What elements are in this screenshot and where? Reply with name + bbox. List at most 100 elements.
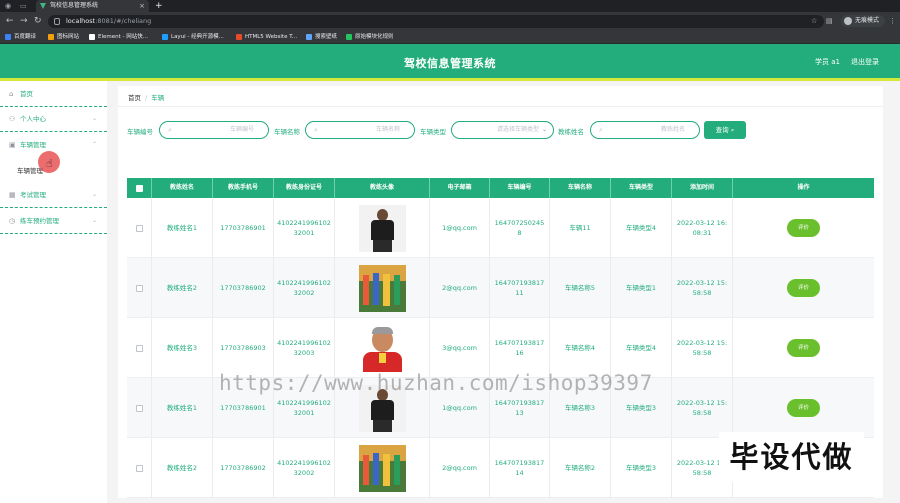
column-header[interactable]: 操作 [733, 178, 874, 198]
chevron-down-icon: ⌄ [541, 126, 547, 133]
select-all-checkbox[interactable] [127, 178, 152, 198]
bookmark-icon [48, 34, 54, 40]
cell-phone: 17703786902 [213, 438, 274, 498]
cell-car-type: 车辆类型4 [611, 318, 672, 378]
table-row[interactable]: 教练姓名3 17703786903 410224199610232003 3@qq.c… [127, 318, 874, 378]
address-bar[interactable]: localhost:8081/#/cheliang [48, 15, 824, 28]
row-checkbox[interactable] [135, 284, 143, 292]
car-name-label: 车辆名称 [274, 128, 300, 136]
row-checkbox[interactable] [135, 344, 143, 352]
bookmark-item[interactable]: Layui - 经典开源模... [162, 30, 224, 44]
cell-car-name: 车辆名称4 [550, 318, 611, 378]
window-menu-icon[interactable]: ◉ [5, 0, 11, 12]
cell-email: 3@qq.com [430, 318, 490, 378]
vue-favicon-icon [40, 3, 46, 9]
cell-plate: 16470719381716 [490, 318, 550, 378]
cell-car-type: 车辆类型1 [611, 258, 672, 318]
tab-search-icon[interactable]: ▭ [20, 0, 27, 12]
browser-tab[interactable]: 驾校信息管理系统 × [36, 0, 149, 12]
bookmark-item[interactable]: Element - 网站快... [89, 30, 148, 44]
breadcrumb-home[interactable]: 首页 [128, 94, 141, 102]
column-header[interactable]: 电子邮箱 [430, 178, 490, 198]
column-header[interactable]: 车辆编号 [490, 178, 550, 198]
back-icon[interactable]: ← [6, 15, 14, 27]
cell-time: 2022-03-12 16:08:31 [672, 198, 733, 258]
car-icon: ▣ [9, 141, 16, 149]
review-button[interactable]: 评价 [787, 279, 820, 297]
avatar-cell [335, 318, 430, 378]
cell-phone: 17703786903 [213, 318, 274, 378]
bookmark-star-icon[interactable]: ☆ [811, 15, 817, 27]
cell-coach: 教练姓名2 [152, 258, 213, 318]
sidebar-item-exams[interactable]: ▦ 考试管理 ⌄ [0, 182, 107, 208]
divider [118, 106, 883, 107]
search-icon: ⌕ [599, 126, 603, 134]
sidebar: ⌂ 首页 ⚇ 个人中心 ⌄ ▣ 车辆管理 ⌃ 车辆管理 ▦ 考试管理 ⌄ ◷ 练… [0, 81, 107, 503]
bookmark-item[interactable]: 图标网站 [48, 30, 79, 44]
forward-icon[interactable]: → [20, 15, 28, 27]
checkbox[interactable] [135, 184, 143, 192]
bookmark-item[interactable]: 百度翻译 [5, 30, 36, 44]
cell-car-name: 车辆11 [550, 198, 611, 258]
menu-icon[interactable]: ⋮ [889, 15, 896, 27]
plate-input[interactable]: ⌕ 车辆编号 [159, 121, 269, 139]
new-tab-button[interactable]: + [155, 0, 163, 12]
row-checkbox-cell [127, 318, 152, 378]
bookmark-item[interactable]: HTML5 Website T... [236, 30, 297, 44]
row-checkbox[interactable] [135, 464, 143, 472]
cell-email: 2@qq.com [430, 258, 490, 318]
cell-email: 1@qq.com [430, 198, 490, 258]
bookmark-icon [5, 34, 11, 40]
cell-time: 2022-03-12 15:58:58 [672, 258, 733, 318]
bookmark-item[interactable]: 原始模块化规则 [346, 30, 394, 44]
current-user[interactable]: 学员 a1 [815, 57, 840, 67]
search-button[interactable]: 查询 ⌕ [704, 121, 746, 139]
coach-input[interactable]: ⌕ 教练姓名 [590, 121, 700, 139]
cell-time: 2022-03-12 15:58:58 [672, 378, 733, 438]
coach-avatar [358, 204, 406, 252]
incognito-icon [844, 17, 852, 25]
profile-button[interactable]: 无痕模式 [841, 15, 886, 27]
cell-id-card: 410224199610232002 [274, 258, 335, 318]
bookmark-icon [236, 34, 242, 40]
column-header[interactable]: 车辆类型 [611, 178, 672, 198]
cell-plate: 1647072502458 [490, 198, 550, 258]
sidebar-item-home[interactable]: ⌂ 首页 [0, 81, 107, 107]
review-button[interactable]: 评价 [787, 399, 820, 417]
cell-id-card: 410224199610232002 [274, 438, 335, 498]
row-checkbox-cell [127, 438, 152, 498]
column-header[interactable]: 教练姓名 [152, 178, 213, 198]
app-header: 驾校信息管理系统 学员 a1 退出登录 [0, 44, 900, 81]
logout-link[interactable]: 退出登录 [851, 57, 879, 67]
close-tab-icon[interactable]: × [139, 0, 145, 12]
car-type-select[interactable]: 请选择车辆类型 ⌄ [451, 121, 554, 139]
column-header[interactable]: 车辆名称 [550, 178, 611, 198]
coach-label: 教练姓名 [558, 128, 584, 136]
cell-car-name: 车辆名称2 [550, 438, 611, 498]
sidebar-item-profile[interactable]: ⚇ 个人中心 ⌄ [0, 106, 107, 132]
site-info-icon[interactable] [54, 18, 60, 25]
table-row[interactable]: 教练姓名1 17703786901 410224199610232001 1@qq.c… [127, 198, 874, 258]
row-checkbox[interactable] [135, 404, 143, 412]
column-header[interactable]: 教练头像 [335, 178, 430, 198]
review-button[interactable]: 评价 [787, 339, 820, 357]
sidebar-item-booking[interactable]: ◷ 练车预约管理 ⌄ [0, 208, 107, 234]
car-name-input[interactable]: ⌕ 车辆名称 [305, 121, 415, 139]
browser-tab-strip: ◉ ▭ 驾校信息管理系统 × + [0, 0, 900, 12]
review-button[interactable]: 评价 [787, 219, 820, 237]
column-header[interactable]: 教练身份证号 [274, 178, 335, 198]
bookmark-icon [89, 34, 95, 40]
column-header[interactable]: 教练手机号 [213, 178, 274, 198]
home-icon: ⌂ [9, 90, 14, 98]
chevron-down-icon: ⌄ [91, 217, 97, 224]
reload-icon[interactable]: ↻ [34, 15, 42, 27]
column-header[interactable]: 添加时间 [672, 178, 733, 198]
watermark: https://www.huzhan.com/ishop39397 [219, 371, 653, 395]
table-row[interactable]: 教练姓名2 17703786902 410224199610232002 2@qq.c… [127, 258, 874, 318]
extensions-icon[interactable]: ▤ [826, 15, 833, 27]
cell-coach: 教练姓名2 [152, 438, 213, 498]
cell-email: 2@qq.com [430, 438, 490, 498]
row-checkbox[interactable] [135, 224, 143, 232]
bookmark-item[interactable]: 搜索壁纸 [306, 30, 337, 44]
breadcrumb-current: 车辆 [151, 94, 165, 102]
